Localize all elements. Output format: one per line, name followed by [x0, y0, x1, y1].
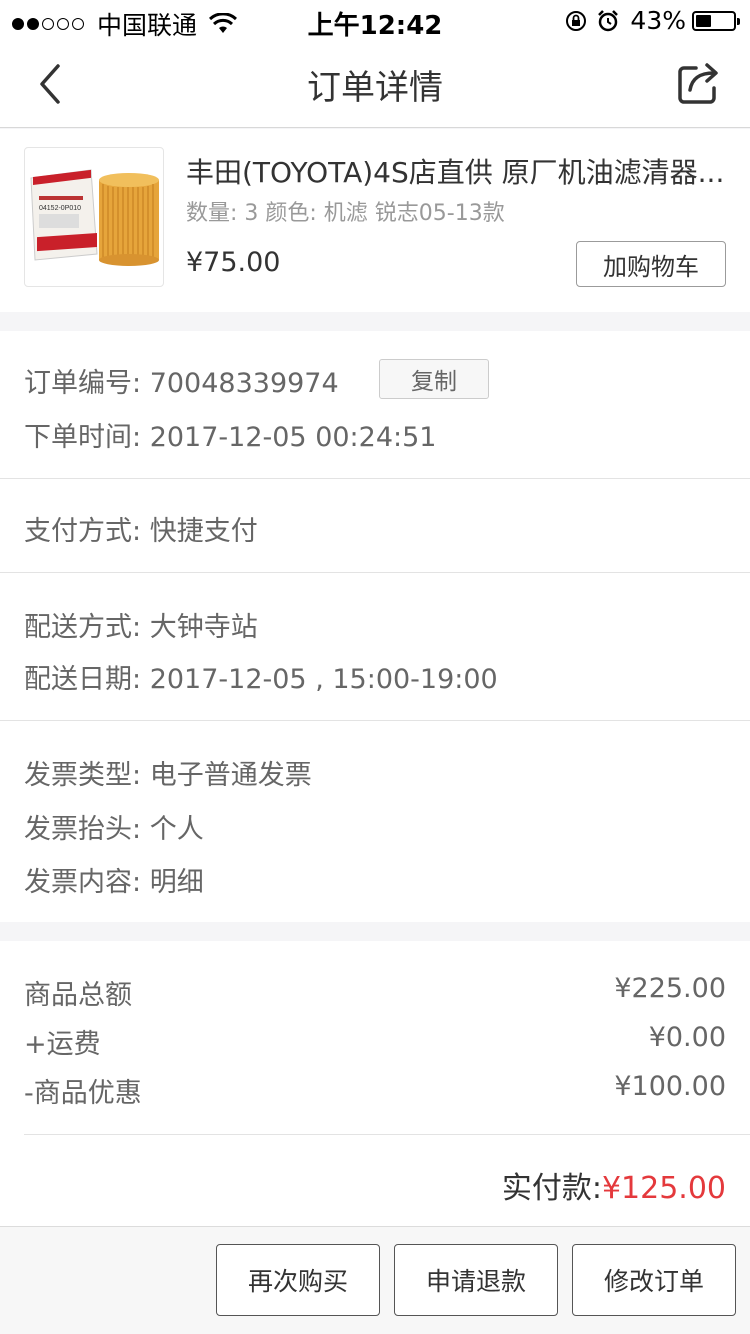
invoice-title-row: 发票抬头: 个人 — [24, 807, 204, 846]
amount-section: 商品总额 ¥225.00 +运费 ¥0.00 -商品优惠 ¥100.00 实付款… — [0, 941, 750, 1226]
product-card[interactable]: 04152-0P010 丰田(TOYOTA)4S店直供 原厂机油滤清器... 数… — [0, 129, 750, 312]
order-time: 2017-12-05 00:24:51 — [149, 422, 437, 453]
order-info-section: 订单编号: 70048339974 复制 下单时间: 2017-12-05 00… — [0, 331, 750, 478]
alarm-icon — [598, 9, 619, 31]
payment-row: 支付方式: 快捷支付 — [24, 509, 258, 548]
discount-row: -商品优惠 ¥100.00 — [24, 1071, 726, 1110]
invoice-title: 个人 — [149, 814, 204, 845]
product-thumbnail[interactable]: 04152-0P010 — [24, 147, 164, 287]
invoice-content: 明细 — [149, 867, 204, 898]
subtotal-label: 商品总额 — [24, 980, 132, 1011]
payment-label: 支付方式: — [24, 516, 142, 547]
thumb-part-number: 04152-0P010 — [39, 205, 81, 212]
product-spec: 数量: 3 颜色: 机滤 锐志05-13款 — [186, 201, 505, 226]
battery-percent: 43% — [630, 6, 686, 35]
nav-bar: 订单详情 — [0, 40, 750, 128]
order-number-label: 订单编号: — [24, 368, 142, 399]
delivery-date: 2017-12-05 , 15:00-19:00 — [149, 664, 498, 695]
invoice-content-row: 发票内容: 明细 — [24, 860, 204, 899]
share-icon[interactable] — [676, 60, 722, 106]
divider — [24, 1134, 750, 1135]
total-paid-label: 实付款: — [501, 1171, 602, 1206]
page-title: 订单详情 — [307, 68, 443, 108]
invoice-content-label: 发票内容: — [24, 867, 142, 898]
subtotal-value: ¥225.00 — [614, 973, 726, 1004]
order-time-label: 下单时间: — [24, 422, 142, 453]
copy-button[interactable]: 复制 — [379, 359, 489, 399]
product-name[interactable]: 丰田(TOYOTA)4S店直供 原厂机油滤清器... — [186, 151, 726, 191]
shipping-label: +运费 — [24, 1029, 101, 1060]
payment-section: 支付方式: 快捷支付 — [0, 479, 750, 572]
product-price: ¥75.00 — [186, 247, 281, 278]
status-bar: 中国联通 上午12:42 43% — [0, 0, 750, 41]
total-paid: 实付款:¥125.00 — [502, 1163, 726, 1207]
invoice-title-label: 发票抬头: — [24, 814, 142, 845]
payment-method: 快捷支付 — [149, 516, 258, 547]
delivery-method: 大钟寺站 — [149, 612, 258, 643]
delivery-section: 配送方式: 大钟寺站 配送日期: 2017-12-05 , 15:00-19:0… — [0, 573, 750, 720]
delivery-method-label: 配送方式: — [24, 612, 142, 643]
delivery-date-row: 配送日期: 2017-12-05 , 15:00-19:00 — [24, 657, 498, 696]
status-right: 43% — [564, 6, 740, 35]
discount-label: -商品优惠 — [24, 1078, 142, 1109]
delivery-method-row: 配送方式: 大钟寺站 — [24, 605, 258, 644]
oil-filter-image: 04152-0P010 — [30, 169, 159, 266]
invoice-type: 电子普通发票 — [149, 760, 312, 791]
delivery-date-label: 配送日期: — [24, 664, 142, 695]
modify-order-button[interactable]: 修改订单 — [572, 1244, 736, 1316]
invoice-section: 发票类型: 电子普通发票 发票抬头: 个人 发票内容: 明细 — [0, 721, 750, 922]
shipping-row: +运费 ¥0.00 — [24, 1022, 726, 1061]
order-time-row: 下单时间: 2017-12-05 00:24:51 — [24, 415, 436, 454]
invoice-type-label: 发票类型: — [24, 760, 142, 791]
invoice-type-row: 发票类型: 电子普通发票 — [24, 753, 312, 792]
rotation-lock-icon — [566, 10, 587, 31]
battery-icon — [692, 10, 740, 31]
add-to-cart-button[interactable]: 加购物车 — [576, 241, 726, 287]
order-number: 70048339974 — [149, 368, 339, 399]
battery-level — [696, 14, 712, 27]
bottom-action-bar: 再次购买 申请退款 修改订单 — [0, 1226, 750, 1334]
shipping-value: ¥0.00 — [648, 1022, 726, 1053]
discount-value: ¥100.00 — [614, 1071, 726, 1102]
total-paid-value: ¥125.00 — [601, 1171, 726, 1206]
buy-again-button[interactable]: 再次购买 — [216, 1244, 380, 1316]
refund-button[interactable]: 申请退款 — [394, 1244, 558, 1316]
subtotal-row: 商品总额 ¥225.00 — [24, 973, 726, 1012]
order-number-row: 订单编号: 70048339974 — [24, 361, 339, 400]
